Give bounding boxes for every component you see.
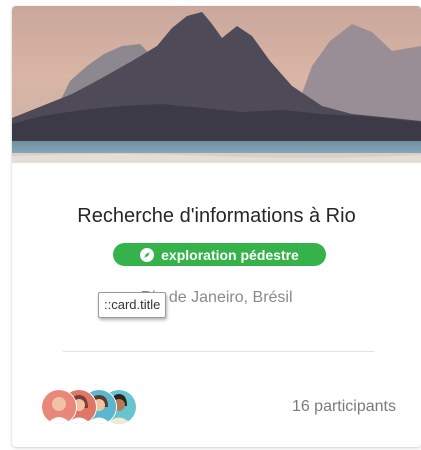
card-title: Recherche d'informations à Rio [77,205,356,227]
participants-count: 16 participants [291,398,396,415]
location-text: Rio de Janeiro, Brésil [140,289,293,306]
hero-image [12,6,421,163]
category-badge-label: exploration pédestre [161,246,299,263]
category-badge: exploration pédestre [113,243,326,266]
tooltip: ::card.title [98,292,167,318]
participant-avatars[interactable] [41,389,151,425]
activity-card[interactable]: Recherche d'informations à Rio explorati… [12,6,421,447]
avatar [41,389,77,425]
compass-icon [140,247,155,262]
divider [63,351,374,352]
